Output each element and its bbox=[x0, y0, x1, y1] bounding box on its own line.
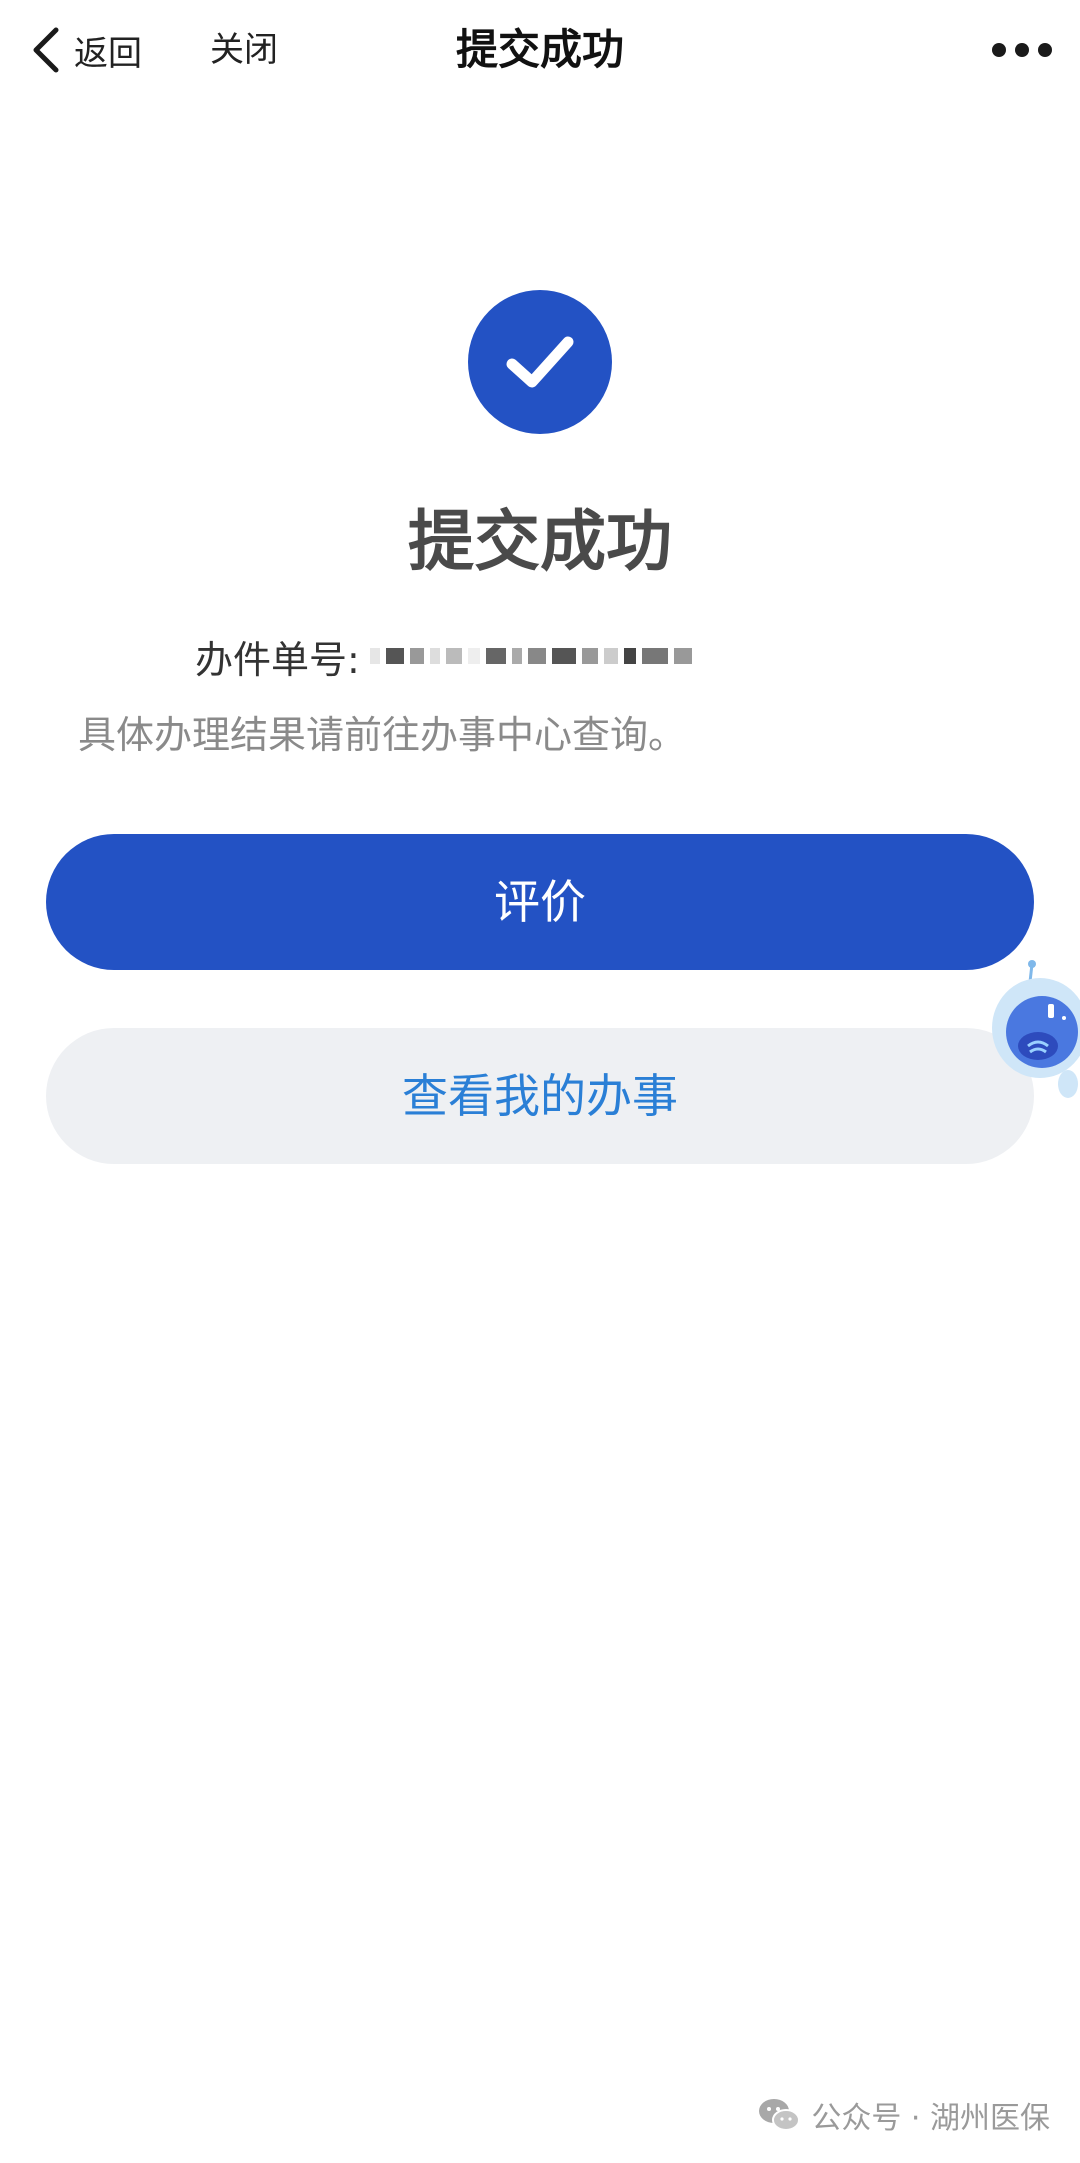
more-dot-icon bbox=[1038, 43, 1052, 57]
back-label: 返回 bbox=[74, 33, 142, 74]
more-dot-icon bbox=[1015, 43, 1029, 57]
order-number-label: 办件单号: bbox=[195, 637, 360, 682]
order-number-row: 办件单号: bbox=[195, 630, 698, 682]
page-title: 提交成功 bbox=[455, 25, 624, 74]
evaluate-button[interactable]: 评价 bbox=[46, 834, 1034, 970]
top-navbar: 返回 关闭 提交成功 bbox=[0, 0, 1080, 100]
success-check-icon bbox=[468, 290, 612, 434]
more-options-button[interactable] bbox=[992, 30, 1052, 70]
more-dot-icon bbox=[992, 43, 1006, 57]
success-title: 提交成功 bbox=[408, 503, 672, 580]
view-my-affairs-button[interactable]: 查看我的办事 bbox=[46, 1028, 1034, 1164]
close-button[interactable]: 关闭 bbox=[210, 22, 278, 78]
order-number-masked bbox=[369, 636, 698, 676]
chevron-left-icon bbox=[33, 27, 59, 73]
watermark-text: 公众号 · 湖州医保 bbox=[811, 2101, 1050, 2136]
checkmark-icon bbox=[506, 336, 574, 388]
back-button[interactable]: 返回 bbox=[30, 22, 142, 78]
assistant-robot-icon[interactable] bbox=[980, 960, 1080, 1110]
result-hint-text: 具体办理结果请前往办事中心查询。 bbox=[78, 713, 687, 757]
wechat-icon bbox=[759, 2099, 801, 2131]
watermark: 公众号 · 湖州医保 bbox=[757, 2087, 1050, 2143]
